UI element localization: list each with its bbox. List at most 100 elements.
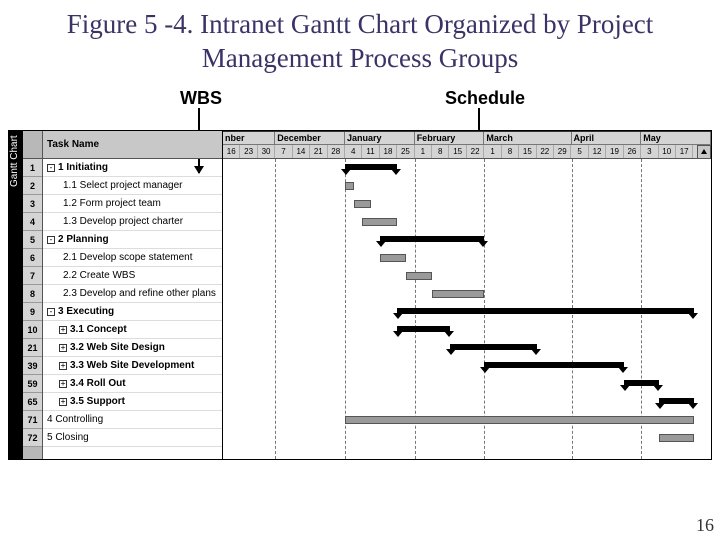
month-label: February xyxy=(415,131,485,144)
row-number: 7 xyxy=(23,267,42,285)
task-label: 3 Executing xyxy=(58,303,114,321)
gantt-grid xyxy=(223,159,711,459)
row-number: 21 xyxy=(23,339,42,357)
task-cell[interactable]: 2.1 Develop scope statement xyxy=(43,249,222,267)
day-label: 26 xyxy=(624,145,641,158)
collapse-icon[interactable]: - xyxy=(47,236,55,244)
page-number: 16 xyxy=(696,515,714,536)
task-cell[interactable]: -2 Planning xyxy=(43,231,222,249)
day-label: 7 xyxy=(275,145,292,158)
task-cell[interactable]: 4 Controlling xyxy=(43,411,222,429)
task-cell[interactable]: +3.1 Concept xyxy=(43,321,222,339)
summary-bar[interactable] xyxy=(624,380,659,386)
day-label: 30 xyxy=(258,145,275,158)
task-label: 2.2 Create WBS xyxy=(63,267,135,285)
task-cell[interactable]: 1.3 Develop project charter xyxy=(43,213,222,231)
summary-bar[interactable] xyxy=(397,326,449,332)
summary-bar[interactable] xyxy=(659,398,694,404)
gantt-row xyxy=(223,267,711,285)
task-label: 3.5 Support xyxy=(70,393,125,411)
task-bar[interactable] xyxy=(406,272,432,280)
expand-icon[interactable]: + xyxy=(59,362,67,370)
row-number: 3 xyxy=(23,195,42,213)
task-label: 2.1 Develop scope statement xyxy=(63,249,193,267)
gantt-row xyxy=(223,213,711,231)
row-number: 5 xyxy=(23,231,42,249)
gantt-row xyxy=(223,303,711,321)
summary-bar[interactable] xyxy=(397,308,693,314)
day-label: 14 xyxy=(293,145,310,158)
month-label: January xyxy=(345,131,415,144)
row-number: 8 xyxy=(23,285,42,303)
day-label: 29 xyxy=(554,145,571,158)
month-header: nberDecemberJanuaryFebruaryMarchAprilMay xyxy=(223,131,711,145)
task-label: 1 Initiating xyxy=(58,159,108,177)
gantt-tab[interactable]: Gantt Chart xyxy=(9,131,23,459)
summary-bar[interactable] xyxy=(484,362,623,368)
day-label: 3 xyxy=(641,145,658,158)
day-header: 1623307142128411182518152218152229512192… xyxy=(223,145,711,159)
day-label: 25 xyxy=(397,145,414,158)
gantt-row xyxy=(223,321,711,339)
day-label: 10 xyxy=(659,145,676,158)
row-number: 9 xyxy=(23,303,42,321)
task-bar[interactable] xyxy=(345,416,694,424)
gantt-row xyxy=(223,249,711,267)
task-bar[interactable] xyxy=(659,434,694,442)
day-label: 8 xyxy=(432,145,449,158)
expand-icon[interactable]: + xyxy=(59,326,67,334)
day-label: 15 xyxy=(449,145,466,158)
collapse-icon[interactable]: - xyxy=(47,308,55,316)
task-label: 3.4 Roll Out xyxy=(70,375,126,393)
summary-bar[interactable] xyxy=(450,344,537,350)
day-label: 5 xyxy=(571,145,588,158)
expand-icon[interactable]: + xyxy=(59,344,67,352)
task-label: 3.1 Concept xyxy=(70,321,127,339)
task-label: 4 Controlling xyxy=(47,411,103,429)
day-label: 19 xyxy=(606,145,623,158)
task-cell[interactable]: 5 Closing xyxy=(43,429,222,447)
task-bar[interactable] xyxy=(362,218,397,226)
task-cell[interactable]: -3 Executing xyxy=(43,303,222,321)
task-cell[interactable]: +3.5 Support xyxy=(43,393,222,411)
gantt-row xyxy=(223,339,711,357)
gantt-row xyxy=(223,177,711,195)
schedule-annotation: Schedule xyxy=(445,88,525,109)
scroll-up-icon[interactable] xyxy=(697,145,711,159)
day-label: 1 xyxy=(484,145,501,158)
gantt-row xyxy=(223,159,711,177)
task-cell[interactable]: -1 Initiating xyxy=(43,159,222,177)
task-cell[interactable]: 1.1 Select project manager xyxy=(43,177,222,195)
row-number-column: 12345678910213959657172 xyxy=(23,131,43,459)
day-label: 12 xyxy=(589,145,606,158)
task-cell[interactable]: 1.2 Form project team xyxy=(43,195,222,213)
task-cell[interactable]: 2.3 Develop and refine other plans xyxy=(43,285,222,303)
task-cell[interactable]: +3.2 Web Site Design xyxy=(43,339,222,357)
task-bar[interactable] xyxy=(345,182,354,190)
summary-bar[interactable] xyxy=(380,236,485,242)
task-label: 3.3 Web Site Development xyxy=(70,357,194,375)
task-bar[interactable] xyxy=(354,200,371,208)
summary-bar[interactable] xyxy=(345,164,397,170)
expand-icon[interactable]: + xyxy=(59,398,67,406)
task-cell[interactable]: +3.3 Web Site Development xyxy=(43,357,222,375)
gantt-row xyxy=(223,231,711,249)
figure-title: Figure 5 -4. Intranet Gantt Chart Organi… xyxy=(0,0,720,82)
task-label: 5 Closing xyxy=(47,429,89,447)
task-cell[interactable]: +3.4 Roll Out xyxy=(43,375,222,393)
collapse-icon[interactable]: - xyxy=(47,164,55,172)
row-number: 6 xyxy=(23,249,42,267)
task-name-header: Task Name xyxy=(43,131,222,159)
row-number: 39 xyxy=(23,357,42,375)
gantt-row xyxy=(223,195,711,213)
day-label: 21 xyxy=(310,145,327,158)
task-bar[interactable] xyxy=(432,290,484,298)
row-number: 65 xyxy=(23,393,42,411)
row-number: 4 xyxy=(23,213,42,231)
day-label: 22 xyxy=(537,145,554,158)
day-label: 11 xyxy=(362,145,379,158)
gantt-timeline: nberDecemberJanuaryFebruaryMarchAprilMay… xyxy=(223,131,711,459)
task-bar[interactable] xyxy=(380,254,406,262)
expand-icon[interactable]: + xyxy=(59,380,67,388)
task-cell[interactable]: 2.2 Create WBS xyxy=(43,267,222,285)
